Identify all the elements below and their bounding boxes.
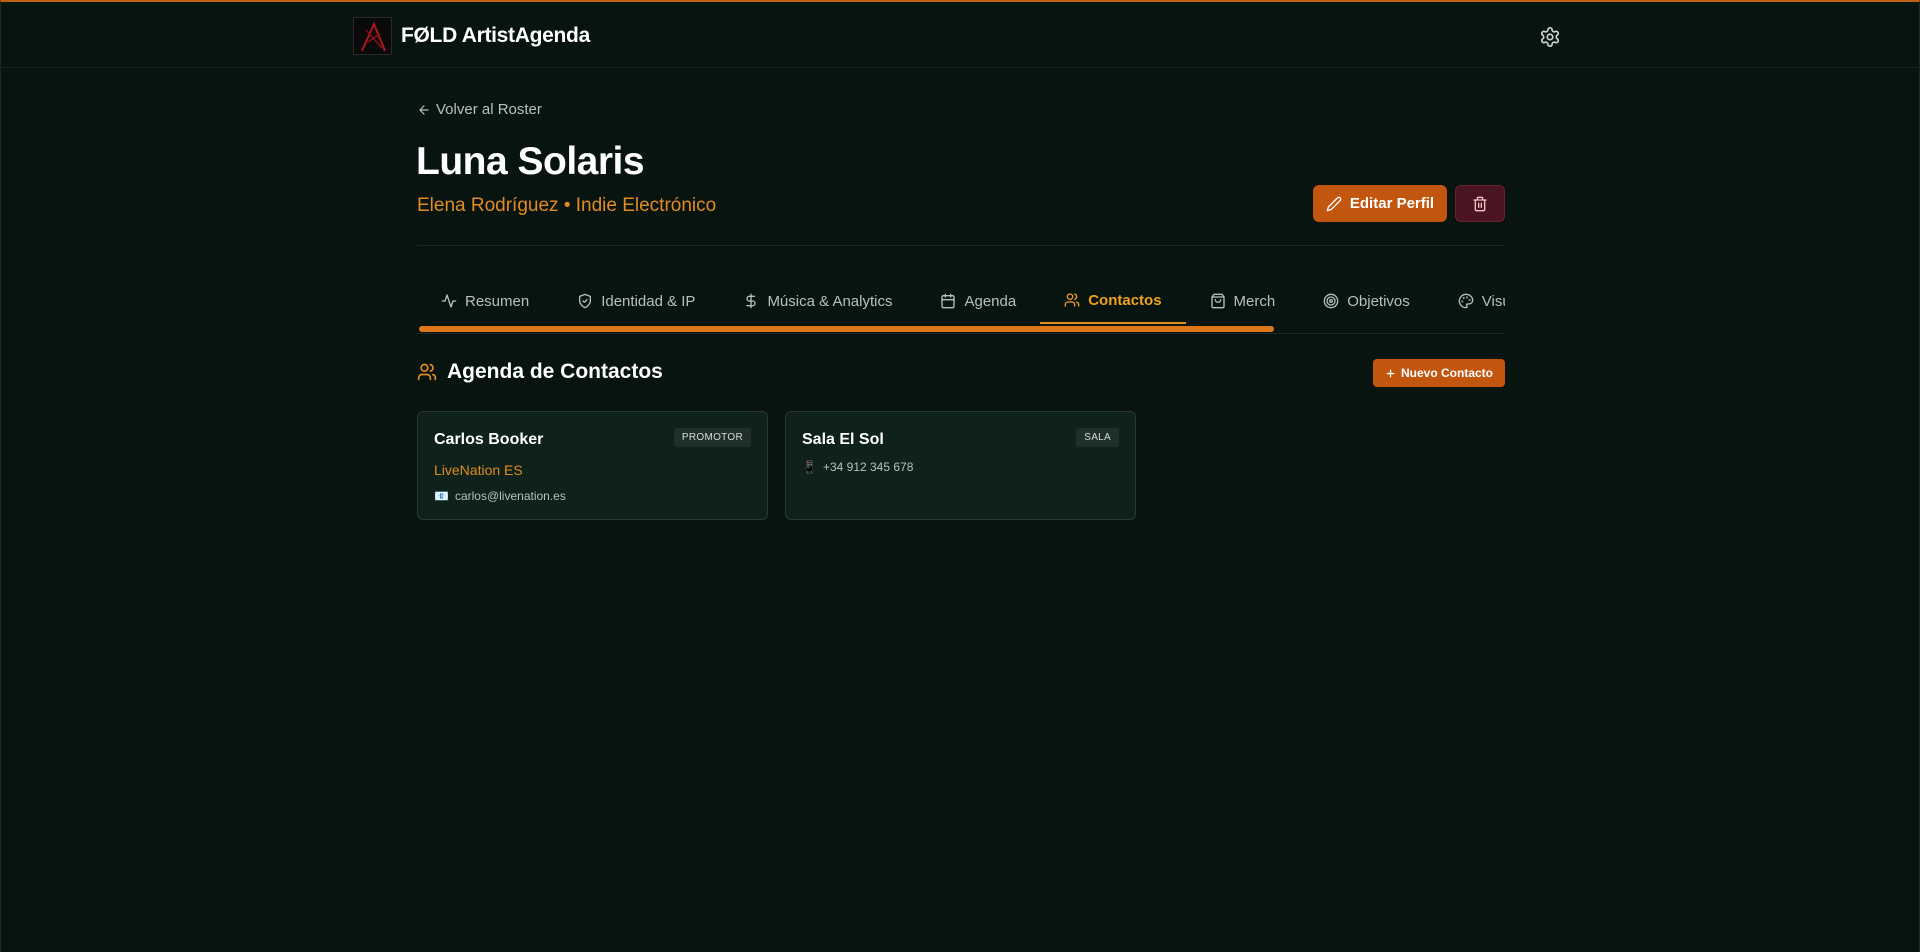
palette-icon (1458, 293, 1474, 309)
users-icon (1064, 293, 1080, 307)
shopping-bag-icon (1210, 293, 1225, 309)
tab-label: Visu (1481, 292, 1505, 310)
settings-button[interactable] (1539, 26, 1561, 48)
page-title: Luna Solaris (416, 140, 645, 183)
dollar-icon (746, 293, 757, 309)
tab-objetivos[interactable]: Objetivos (1299, 278, 1434, 324)
contact-phone-text: +34 912 345 678 (822, 460, 914, 474)
tab-identidad[interactable]: Identidad & IP (553, 278, 719, 324)
back-to-roster-link[interactable]: Volver al Roster (417, 101, 542, 118)
contact-name: Sala El Sol (802, 431, 884, 448)
header-divider (417, 245, 1505, 246)
tab-musica-analytics[interactable]: Música & Analytics (719, 278, 916, 324)
contact-role-badge: SALA (1076, 428, 1119, 447)
edit-profile-button[interactable]: Editar Perfil (1313, 185, 1447, 222)
app-window: FØLD ArtistAgenda Volver al Roster Luna … (0, 0, 1920, 952)
tab-row: Resumen Identidad & IP Música & Analytic… (417, 278, 1505, 324)
arrow-left-icon (419, 104, 429, 115)
contact-phone: 📱 +34 912 345 678 (802, 460, 913, 474)
tab-label: Identidad & IP (601, 292, 696, 310)
pencil-icon (1326, 196, 1342, 211)
plus-icon (1386, 369, 1395, 377)
email-icon: 📧 (434, 489, 449, 503)
users-icon (417, 363, 437, 381)
contact-name: Carlos Booker (434, 431, 544, 448)
back-label: Volver al Roster (436, 101, 542, 118)
edit-profile-label: Editar Perfil (1349, 195, 1435, 212)
section-title-text: Agenda de Contactos (447, 360, 663, 383)
new-contact-button[interactable]: Nuevo Contacto (1373, 359, 1505, 387)
tab-label: Objetivos (1347, 292, 1410, 310)
tab-label: Música & Analytics (767, 292, 893, 310)
shield-check-icon (579, 293, 592, 309)
brand-name[interactable]: FØLD ArtistAgenda (401, 24, 590, 48)
contact-role-badge: PROMOTOR (673, 428, 751, 447)
brand-logo[interactable] (353, 17, 392, 55)
top-bar: FØLD ArtistAgenda (1, 4, 1919, 68)
delete-button[interactable] (1455, 185, 1505, 222)
contact-card[interactable]: Sala El Sol SALA 📱 +34 912 345 678 (785, 411, 1136, 520)
target-icon (1323, 293, 1339, 309)
contact-email-text: carlos@livenation.es (454, 489, 566, 503)
calendar-icon (941, 293, 956, 309)
tab-label: Resumen (465, 292, 530, 310)
tab-contactos[interactable]: Contactos (1040, 278, 1186, 324)
contact-card[interactable]: Carlos Booker PROMOTOR LiveNation ES 📧 c… (417, 411, 768, 520)
tab-resumen[interactable]: Resumen (417, 278, 553, 324)
activity-icon (441, 294, 457, 308)
phone-icon: 📱 (802, 460, 817, 474)
section-title: Agenda de Contactos (417, 360, 663, 384)
new-contact-label: Nuevo Contacto (1400, 366, 1493, 380)
contact-email: 📧 carlos@livenation.es (434, 489, 566, 503)
tab-label: Contactos (1088, 291, 1162, 309)
tab-agenda[interactable]: Agenda (916, 278, 1040, 324)
tab-bar: Resumen Identidad & IP Música & Analytic… (417, 278, 1505, 334)
gear-icon (1540, 27, 1560, 47)
contact-company: LiveNation ES (434, 462, 523, 478)
tab-visual[interactable]: Visu (1434, 278, 1505, 324)
tab-label: Merch (1233, 292, 1276, 310)
artist-subtitle: Elena Rodríguez • Indie Electrónico (417, 195, 717, 216)
trash-icon (1473, 196, 1487, 211)
tab-merch[interactable]: Merch (1186, 278, 1300, 324)
tab-label: Agenda (964, 292, 1017, 310)
tab-scrollbar[interactable] (419, 326, 1274, 332)
